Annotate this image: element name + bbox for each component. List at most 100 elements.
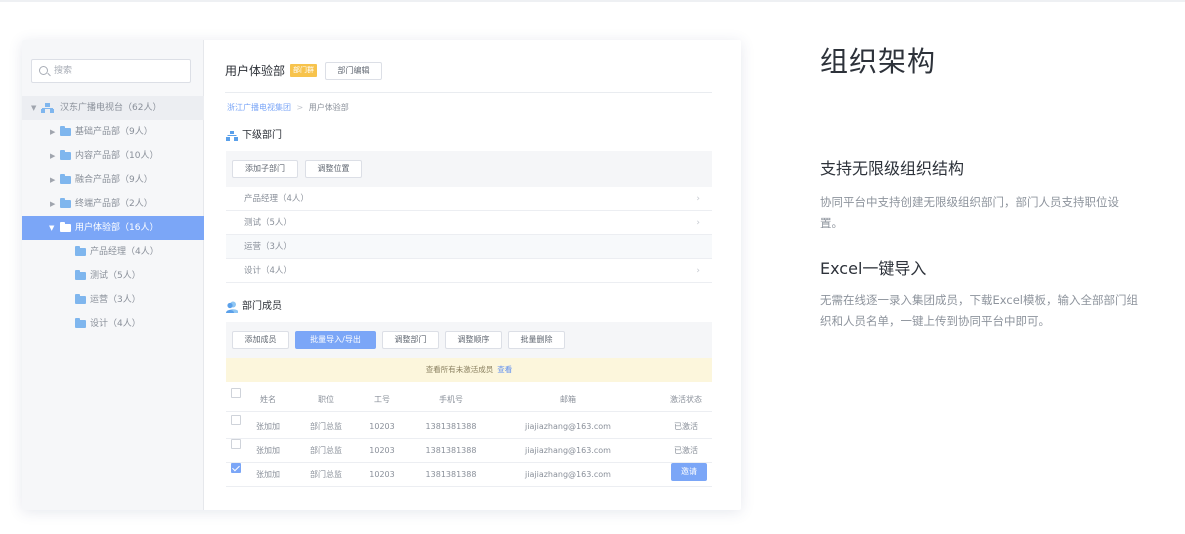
sub-dept-label: 产品经理（4人） — [244, 194, 309, 204]
breadcrumb-separator: > — [296, 103, 304, 112]
members-title: 部门成员 — [242, 301, 282, 312]
dept-edit-button[interactable]: 部门编辑 — [325, 62, 382, 80]
feature-title: Excel一键导入 — [820, 259, 927, 278]
members-toolbar: 添加成员 批量导入/导出 调整部门 调整顺序 批量删除 — [226, 322, 712, 358]
folder-icon — [75, 294, 86, 304]
cell-phone: 1381381388 — [425, 422, 477, 431]
row-checkbox-checked[interactable] — [231, 463, 241, 473]
feature-desc: 协同平台中支持创建无限级组织部门，部门人员支持职位设置。 — [820, 195, 1119, 230]
feature-title: 支持无限级组织结构 — [820, 159, 965, 178]
row-checkbox[interactable] — [231, 415, 241, 425]
tree-child-pm[interactable]: 产品经理（4人） — [22, 240, 204, 264]
chevron-right-icon: › — [696, 218, 700, 228]
col-status: 激活状态 — [670, 395, 702, 404]
sub-dept-label: 设计（4人） — [244, 266, 292, 276]
table-row[interactable]: 张加加 部门总监 10203 1381381388 jiajiazhang@16… — [226, 463, 712, 487]
sub-dept-label: 测试（5人） — [244, 218, 292, 228]
tree-child-ops[interactable]: 运营（3人） — [22, 288, 204, 312]
tree-item-ux[interactable]: ▼ 用户体验部（16人） — [22, 216, 204, 240]
sub-dept-row[interactable]: 测试（5人） › — [226, 211, 712, 235]
tree-item-label: 终端产品部（2人） — [75, 199, 153, 209]
tree-child-test[interactable]: 测试（5人） — [22, 264, 204, 288]
table-header: 姓名 职位 工号 手机号 邮箱 激活状态 — [226, 388, 712, 412]
sub-dept-row[interactable]: 设计（4人） › — [226, 259, 712, 283]
tree-item-fusion[interactable]: ▶ 融合产品部（9人） — [22, 168, 204, 192]
select-all-checkbox[interactable] — [231, 388, 241, 398]
sub-dept-title: 下级部门 — [242, 130, 282, 141]
sub-dept-row[interactable]: 产品经理（4人） › — [226, 187, 712, 211]
notice-text: 查看所有未激活成员 — [425, 365, 494, 374]
folder-icon — [75, 318, 86, 328]
col-position: 职位 — [318, 395, 334, 404]
adjust-order-button[interactable]: 调整顺序 — [445, 331, 502, 349]
search-placeholder: 搜索 — [54, 66, 73, 76]
sub-dept-icon — [226, 127, 238, 141]
app-preview-card: 搜索 ▼ 汉东广播电视台（62人） ▶ 基础产品部（9人） ▶ 内容产品部（10… — [22, 40, 741, 510]
cell-position: 部门总监 — [310, 470, 342, 479]
dept-group-badge[interactable]: 部门群 — [290, 64, 317, 77]
sub-dept-toolbar: 添加子部门 调整位置 — [226, 151, 712, 187]
breadcrumb: 浙江广播电视集团 > 用户体验部 — [227, 102, 349, 113]
cell-id: 10203 — [369, 422, 395, 431]
cell-name: 张加加 — [256, 422, 280, 431]
adjust-position-button[interactable]: 调整位置 — [305, 160, 362, 178]
adjust-dept-button[interactable]: 调整部门 — [382, 331, 439, 349]
search-input[interactable]: 搜索 — [31, 59, 191, 83]
sub-dept-label: 运营（3人） — [244, 242, 292, 252]
caret-right-icon: ▶ — [50, 176, 56, 184]
folder-icon — [60, 126, 71, 136]
cell-id: 10203 — [369, 446, 395, 455]
tree-child-label: 设计（4人） — [90, 319, 141, 329]
dept-detail-panel: 用户体验部 部门群 部门编辑 浙江广播电视集团 > 用户体验部 下级部门 添加子… — [204, 40, 741, 510]
cell-position: 部门总监 — [310, 422, 342, 431]
tree-root-label: 汉东广播电视台（62人） — [60, 103, 162, 113]
chevron-right-icon: › — [696, 266, 700, 276]
caret-down-icon: ▼ — [31, 104, 37, 112]
cell-id: 10203 — [369, 470, 395, 479]
folder-icon — [60, 222, 71, 232]
breadcrumb-parent-link[interactable]: 浙江广播电视集团 — [227, 103, 291, 112]
tree-item-label: 用户体验部（16人） — [75, 223, 159, 233]
org-tree-sidebar: 搜索 ▼ 汉东广播电视台（62人） ▶ 基础产品部（9人） ▶ 内容产品部（10… — [22, 40, 204, 510]
row-checkbox[interactable] — [231, 439, 241, 449]
tree-item-label: 内容产品部（10人） — [75, 151, 159, 161]
tree-item-terminal[interactable]: ▶ 终端产品部（2人） — [22, 192, 204, 216]
add-member-button[interactable]: 添加成员 — [232, 331, 289, 349]
tree-item-basic[interactable]: ▶ 基础产品部（9人） — [22, 120, 204, 144]
sub-dept-row[interactable]: 运营（3人） — [226, 235, 712, 259]
caret-down-icon: ▼ — [49, 224, 55, 232]
add-sub-dept-button[interactable]: 添加子部门 — [232, 160, 298, 178]
notice-view-link[interactable]: 查看 — [497, 365, 512, 374]
search-icon — [39, 66, 48, 75]
tree-root[interactable]: ▼ 汉东广播电视台（62人） — [22, 96, 204, 120]
tree-item-content[interactable]: ▶ 内容产品部（10人） — [22, 144, 204, 168]
tree-child-design[interactable]: 设计（4人） — [22, 312, 204, 336]
folder-icon — [60, 174, 71, 184]
cell-phone: 1381381388 — [425, 446, 477, 455]
col-phone: 手机号 — [439, 395, 463, 404]
tree-child-label: 运营（3人） — [90, 295, 141, 305]
chevron-right-icon: › — [696, 194, 700, 204]
members-icon — [226, 298, 239, 313]
cell-email: jiajiazhang@163.com — [525, 446, 611, 455]
dept-title: 用户体验部 — [225, 64, 286, 78]
cell-name: 张加加 — [256, 470, 280, 479]
tree-item-label: 基础产品部（9人） — [75, 127, 153, 137]
inactive-notice: 查看所有未激活成员 查看 — [226, 358, 712, 382]
batch-delete-button[interactable]: 批量删除 — [508, 331, 565, 349]
col-email: 邮箱 — [560, 395, 576, 404]
batch-import-export-button[interactable]: 批量导入/导出 — [295, 331, 376, 349]
invite-button[interactable]: 邀请 — [671, 463, 707, 481]
table-row[interactable]: 张加加 部门总监 10203 1381381388 jiajiazhang@16… — [226, 439, 712, 463]
col-name: 姓名 — [260, 395, 276, 404]
caret-right-icon: ▶ — [50, 128, 56, 136]
caret-right-icon: ▶ — [50, 200, 56, 208]
cell-email: jiajiazhang@163.com — [525, 422, 611, 431]
breadcrumb-current: 用户体验部 — [308, 103, 349, 112]
col-id: 工号 — [374, 395, 390, 404]
folder-icon — [75, 246, 86, 256]
tree-item-label: 融合产品部（9人） — [75, 175, 153, 185]
folder-icon — [75, 270, 86, 280]
folder-icon — [60, 198, 71, 208]
table-row[interactable]: 张加加 部门总监 10203 1381381388 jiajiazhang@16… — [226, 415, 712, 439]
